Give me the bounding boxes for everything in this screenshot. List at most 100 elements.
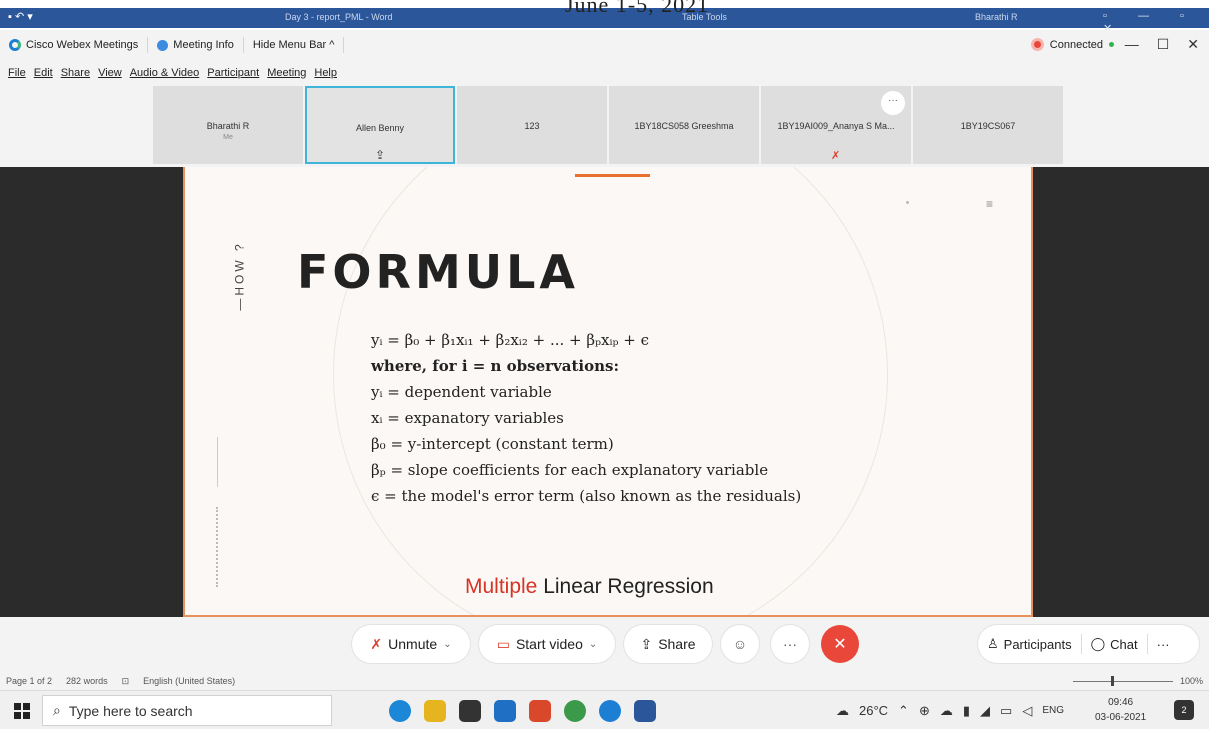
office-icon[interactable]	[529, 700, 551, 722]
participant-name: 123	[524, 121, 540, 131]
volume-icon[interactable]: ◁	[1022, 703, 1032, 719]
word-quick-access-icon[interactable]: ▪ ↶ ▾	[8, 10, 33, 23]
close-icon: ✕	[833, 636, 847, 653]
participant-name: 1BY18CS058 Greeshma	[634, 121, 734, 131]
menu-audio-video[interactable]: Audio & Video	[130, 67, 200, 79]
where-line: where, for i = n observations:	[371, 357, 620, 375]
meeting-controls: ✗ Unmute ⌄ ▭ Start video ⌄ ⇪ Share ☺ ···…	[0, 617, 1209, 672]
menu-share[interactable]: Share	[61, 67, 90, 79]
participant-tile-active[interactable]: Allen Benny ⇪	[305, 86, 455, 164]
word-title-strip: ▪ ↶ ▾ Day 3 - report_PML - Word Table To…	[0, 0, 1209, 35]
language-status[interactable]: English (United States)	[143, 676, 235, 686]
webex-app-tab[interactable]: Cisco Webex Meetings	[0, 37, 149, 53]
maximize-icon[interactable]: ☐	[1157, 36, 1170, 53]
microphone-icon[interactable]: ▮	[963, 703, 970, 719]
chevron-down-icon[interactable]: ⌄	[443, 639, 451, 650]
menu-participant[interactable]: Participant	[207, 67, 259, 79]
chrome-icon[interactable]	[564, 700, 586, 722]
participant-tile[interactable]: 1BY19AI009_Ananya S Ma... ··· ✗	[761, 86, 911, 164]
close-icon[interactable]: ✕	[1187, 36, 1199, 53]
slide-caption: Multiple Linear Regression	[465, 575, 714, 599]
unmute-button[interactable]: ✗ Unmute ⌄	[352, 625, 470, 663]
participant-tile[interactable]: Bharathi R Me	[153, 86, 303, 164]
word-count[interactable]: 282 words	[66, 676, 108, 686]
system-tray: ☁ 26°C ⌃ ⊕ ☁ ▮ ◢ ▭ ◁ ENG	[836, 691, 1064, 730]
more-icon: ···	[783, 636, 797, 652]
participant-tile[interactable]: 1BY19CS067	[913, 86, 1063, 164]
menu-view[interactable]: View	[98, 67, 122, 79]
page-count[interactable]: Page 1 of 2	[6, 676, 52, 686]
start-video-button[interactable]: ▭ Start video ⌄	[479, 625, 615, 663]
connection-status[interactable]: Connected	[1030, 38, 1114, 51]
word-user-name: Bharathi R	[975, 12, 1018, 22]
participant-tile[interactable]: 123	[457, 86, 607, 164]
word-document-peek-text: June 1-5, 2021	[565, 0, 710, 17]
muted-mic-icon: ✗	[370, 635, 383, 652]
participant-name: 1BY19CS067	[960, 121, 1016, 131]
participant-strip: Bharathi R Me Allen Benny ⇪ 123 1BY18CS0…	[0, 85, 1209, 167]
chat-button[interactable]: ◯ Chat	[1082, 625, 1147, 663]
clock-time: 09:46	[1108, 697, 1134, 708]
hide-menu-bar-button[interactable]: Hide Menu Bar ^	[244, 37, 345, 53]
recording-icon	[1030, 38, 1044, 51]
slide-decor-line	[217, 437, 218, 487]
notification-center-icon[interactable]: 2	[1174, 700, 1194, 720]
slide-accent-bar	[575, 174, 650, 177]
more-options-button[interactable]: ···	[771, 625, 809, 663]
slide-decor-dots	[216, 507, 219, 587]
webex-taskbar-icon[interactable]	[599, 700, 621, 722]
more-options-icon[interactable]: ···	[881, 91, 905, 115]
file-explorer-icon[interactable]	[424, 700, 446, 722]
meeting-info-tab[interactable]: Meeting Info	[148, 37, 244, 53]
proofing-icon[interactable]: ⊡	[122, 676, 130, 687]
participants-label: Participants	[1003, 636, 1072, 652]
share-label: Share	[658, 636, 696, 652]
end-call-button[interactable]: ✕	[821, 625, 859, 663]
tray-app-icon[interactable]: ⊕	[919, 703, 930, 719]
zoom-slider-knob[interactable]	[1111, 676, 1114, 686]
connection-label: Connected	[1049, 38, 1103, 51]
edge-app-icon[interactable]	[389, 700, 411, 722]
onedrive-icon[interactable]: ☁	[940, 703, 953, 719]
word-taskbar-icon[interactable]	[634, 700, 656, 722]
zoom-level[interactable]: 100%	[1180, 676, 1203, 686]
notification-count: 2	[1181, 705, 1187, 715]
menu-edit[interactable]: Edit	[34, 67, 53, 79]
taskbar-search-box[interactable]: ⌕ Type here to search	[42, 695, 332, 726]
participant-name: 1BY19AI009_Ananya S Ma...	[777, 121, 895, 131]
muted-mic-icon: ✗	[831, 150, 841, 162]
definition-line: ϵ = the model's error term (also known a…	[371, 487, 802, 505]
store-icon[interactable]	[459, 700, 481, 722]
temperature[interactable]: 26°C	[859, 703, 888, 718]
chevron-down-icon[interactable]: ⌄	[589, 639, 597, 650]
share-icon: ⇪	[640, 635, 653, 652]
minimize-icon[interactable]: —	[1125, 36, 1139, 53]
battery-icon[interactable]: ▭	[1000, 703, 1012, 719]
unmute-label: Unmute	[388, 636, 438, 652]
mail-icon[interactable]	[494, 700, 516, 722]
word-document-title: Day 3 - report_PML - Word	[285, 12, 393, 22]
hide-menu-bar-label: Hide Menu Bar ^	[252, 39, 335, 51]
menu-file[interactable]: File	[8, 67, 26, 79]
taskbar-clock[interactable]: 09:46 03-06-2021	[1095, 695, 1146, 725]
zoom-slider-track[interactable]	[1073, 681, 1173, 682]
connection-ok-icon	[1109, 42, 1114, 47]
participants-button[interactable]: ♙ Participants	[978, 625, 1081, 663]
weather-icon[interactable]: ☁	[836, 703, 849, 719]
video-off-icon: ▭	[496, 635, 510, 652]
chat-label: Chat	[1110, 636, 1138, 652]
sharing-icon: ⇪	[375, 148, 386, 162]
windows-start-icon[interactable]	[14, 703, 30, 719]
menu-meeting[interactable]: Meeting	[267, 67, 306, 79]
wifi-icon[interactable]: ◢	[980, 703, 990, 719]
share-button[interactable]: ⇪ Share	[624, 625, 712, 663]
participant-tile[interactable]: 1BY18CS058 Greeshma	[609, 86, 759, 164]
menu-help[interactable]: Help	[314, 67, 337, 79]
participant-name: Allen Benny	[355, 123, 405, 133]
panel-toggle-group: ♙ Participants ◯ Chat ···	[978, 625, 1199, 663]
reactions-button[interactable]: ☺	[721, 625, 759, 663]
more-panels-button[interactable]: ···	[1148, 625, 1179, 663]
input-language[interactable]: ENG	[1042, 705, 1064, 716]
chevron-up-icon[interactable]: ⌃	[898, 703, 909, 719]
slide-menu-icon: ≡	[985, 197, 993, 211]
